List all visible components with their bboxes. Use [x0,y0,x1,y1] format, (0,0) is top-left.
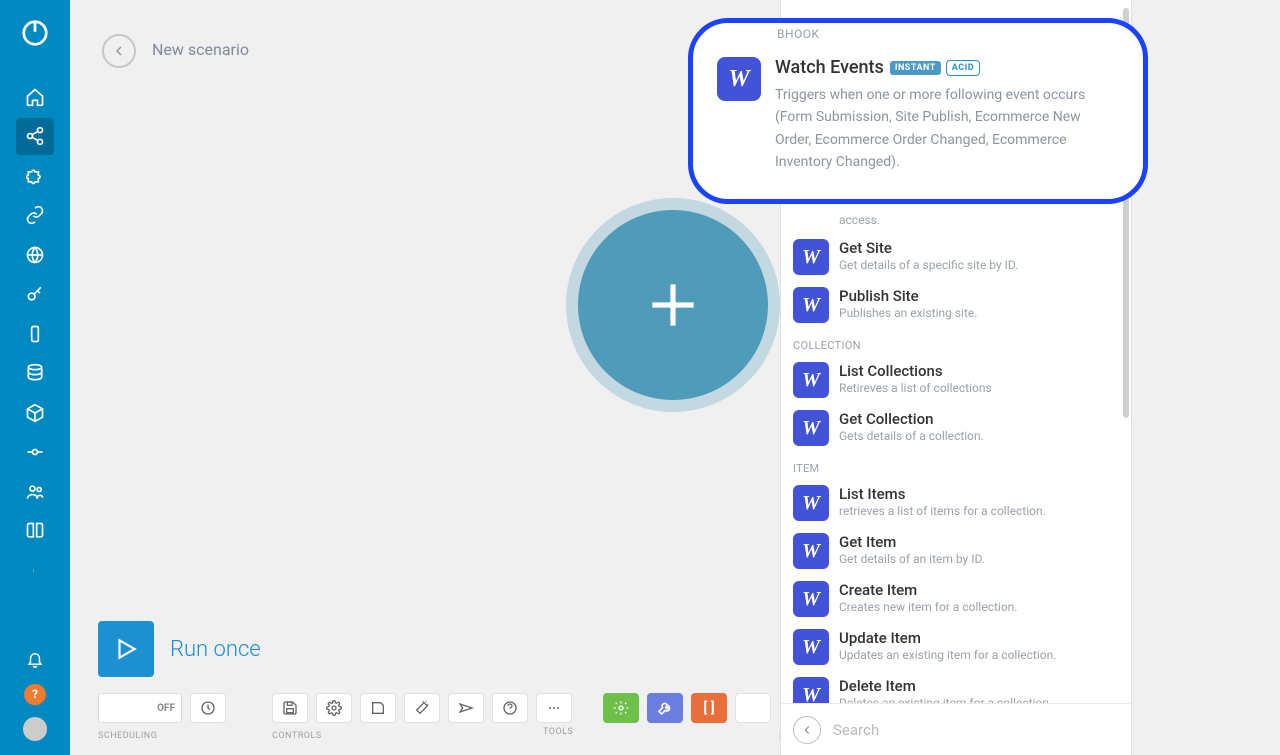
action-title: Publish Site [839,287,1119,305]
highlight-title: Watch Events [775,57,884,78]
action-title: List Items [839,485,1119,503]
webflow-icon: W [793,239,829,275]
cube-icon[interactable] [16,394,54,432]
database-icon[interactable] [16,355,54,393]
action-desc: Deletes an existing item for a collectio… [839,696,1119,703]
clock-button[interactable] [190,693,226,723]
app-sidebar: ? [0,0,70,755]
webflow-icon: W [717,57,761,101]
action-desc: Creates new item for a collection. [839,600,1119,614]
action-item[interactable]: W Update Item Updates an existing item f… [781,623,1131,671]
logo-icon [20,18,50,48]
book-icon[interactable] [16,513,54,551]
run-button[interactable] [98,621,154,677]
action-title: Get Site [839,239,1119,257]
help-button[interactable] [492,693,528,723]
action-item[interactable]: W List Items retrieves a list of items f… [781,479,1131,527]
key-icon[interactable] [16,276,54,314]
action-item[interactable]: W Get Item Get details of an item by ID. [781,527,1131,575]
link-icon[interactable] [16,197,54,235]
note-button[interactable] [360,693,396,723]
webflow-icon: W [793,410,829,446]
page-title: New scenario [152,40,249,59]
action-desc: Retireves a list of collections [839,381,1119,395]
webflow-icon: W [793,362,829,398]
partial-desc: access. [781,213,1131,233]
action-item[interactable]: W Delete Item Deletes an existing item f… [781,671,1131,703]
fav-wrench-button[interactable] [647,693,683,723]
home-icon[interactable] [16,78,54,116]
run-label: Run once [170,637,261,662]
search-row [781,703,1131,755]
action-item[interactable]: W Get Site Get details of a specific sit… [781,233,1131,281]
settings-button[interactable] [316,693,352,723]
more-icon[interactable] [16,552,54,590]
add-module-button[interactable] [578,210,768,400]
action-title: Get Collection [839,410,1119,428]
save-button[interactable] [272,693,308,723]
fav-tools-button[interactable] [603,693,639,723]
device-icon[interactable] [16,315,54,353]
action-title: Delete Item [839,677,1119,695]
action-title: Create Item [839,581,1119,599]
avatar[interactable] [23,717,47,741]
webflow-icon: W [793,485,829,521]
action-title: Update Item [839,629,1119,647]
commit-icon[interactable] [16,434,54,472]
webflow-icon: W [793,629,829,665]
back-button[interactable] [102,34,136,68]
action-desc: Get details of an item by ID. [839,552,1119,566]
section-header: ITEM [781,452,1131,479]
puzzle-icon[interactable] [16,157,54,195]
action-desc: Publishes an existing site. [839,306,1119,320]
highlight-desc: Triggers when one or more following even… [775,84,1119,174]
action-item[interactable]: W List Collections Retireves a list of c… [781,356,1131,404]
action-item[interactable]: W Publish Site Publishes an existing sit… [781,281,1131,329]
scheduling-toggle[interactable]: OFF [98,693,182,723]
search-back-button[interactable] [793,716,821,744]
instant-tag: INSTANT [890,61,941,75]
action-title: Get Item [839,533,1119,551]
webflow-icon: W [793,287,829,323]
highlight-section-label: BHOOK [777,27,820,41]
scheduling-label: SCHEDULING [98,731,226,741]
controls-label: CONTROLS [272,731,572,741]
share-icon[interactable] [16,118,54,156]
fav-empty-button[interactable] [735,693,771,723]
tools-label: TOOLS [543,727,573,737]
action-item[interactable]: W Create Item Creates new item for a col… [781,575,1131,623]
wand-button[interactable] [404,693,440,723]
action-desc: retrieves a list of items for a collecti… [839,504,1119,518]
search-input[interactable] [833,721,1119,739]
fav-brackets-button[interactable]: [ ] [691,693,727,723]
highlighted-action[interactable]: BHOOK W Watch Events INSTANT ACID Trigge… [688,18,1148,204]
webflow-icon: W [793,533,829,569]
webflow-icon: W [793,581,829,617]
action-desc: Get details of a specific site by ID. [839,258,1119,272]
action-title: List Collections [839,362,1119,380]
action-desc: Gets details of a collection. [839,429,1119,443]
acid-tag: ACID [947,61,979,75]
section-header: COLLECTION [781,329,1131,356]
action-desc: Updates an existing item for a collectio… [839,648,1119,662]
action-item[interactable]: W Get Collection Gets details of a colle… [781,404,1131,452]
plane-button[interactable] [448,693,484,723]
webflow-icon: W [793,677,829,703]
bell-icon[interactable] [26,650,44,672]
globe-icon[interactable] [16,236,54,274]
help-badge[interactable]: ? [24,684,46,706]
users-icon[interactable] [16,473,54,511]
